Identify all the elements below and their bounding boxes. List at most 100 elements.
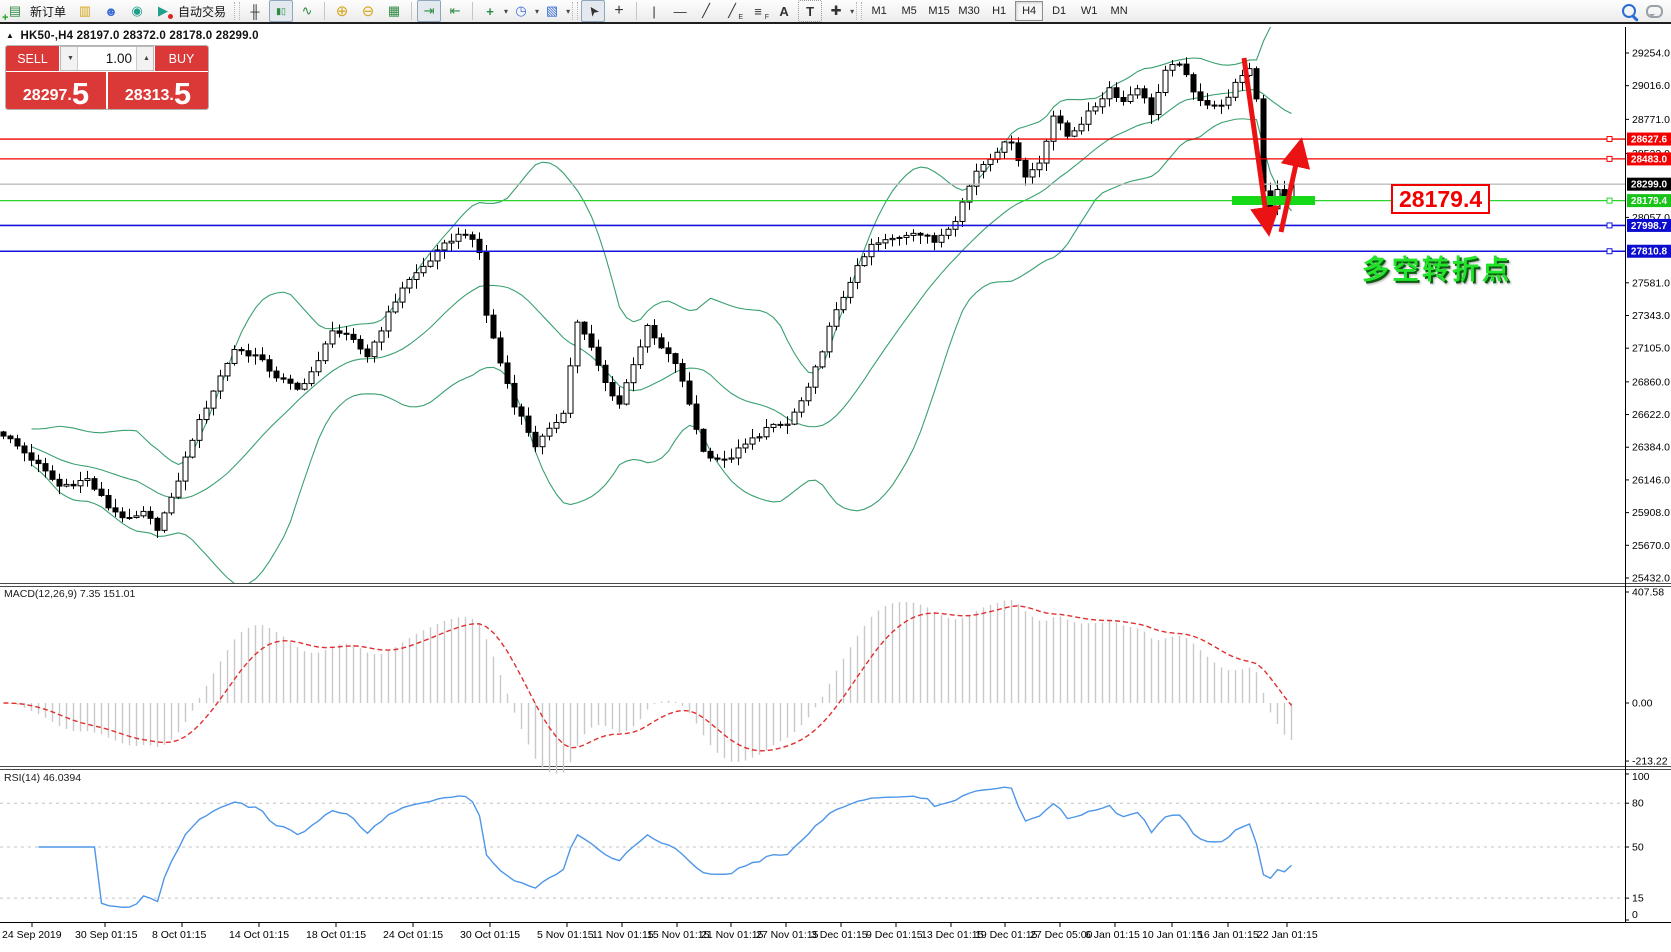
text-tool-icon[interactable]: A [772,0,796,22]
periods-icon[interactable]: ◷ [509,0,533,22]
one-click-trading-panel: SELL ▼ ▲ BUY 28297.5 28313.5 [5,45,209,110]
timeframe-m15[interactable]: M15 [925,1,953,21]
macd-indicator-label: MACD(12,26,9) 7.35 151.01 [4,588,135,600]
buy-price[interactable]: 28313.5 [108,72,208,109]
svg-text:26384.0: 26384.0 [1632,442,1670,454]
arrows-tool-icon[interactable]: ✚ [824,0,848,22]
indicators-dropdown-icon[interactable]: ▾ [504,7,508,16]
volume-decrease-button[interactable]: ▼ [61,47,78,70]
svg-text:-213.22: -213.22 [1632,756,1668,768]
svg-text:27105.0: 27105.0 [1632,343,1670,355]
volume-increase-button[interactable]: ▲ [136,47,153,70]
volume-spinner: ▼ ▲ [60,46,154,71]
svg-text:26860.0: 26860.0 [1632,376,1670,388]
svg-text:80: 80 [1632,798,1644,810]
zoom-in-icon[interactable]: ⊕ [330,0,354,22]
svg-text:28771.0: 28771.0 [1632,114,1670,126]
chart-canvas[interactable]: 29254.029016.028771.028523.028057.027581… [0,0,1671,947]
channel-tool-icon[interactable]: ╱ [720,0,744,22]
svg-text:27810.8: 27810.8 [1631,247,1668,258]
label-tool-icon[interactable]: T [798,0,822,22]
timeframe-mn[interactable]: MN [1105,1,1133,21]
svg-text:100: 100 [1632,771,1650,783]
timeframe-m1[interactable]: M1 [865,1,893,21]
chat-icon[interactable] [1646,5,1663,18]
templates-icon[interactable]: ▧ [540,0,564,22]
svg-text:8 Oct 01:15: 8 Oct 01:15 [152,929,206,941]
svg-text:29254.0: 29254.0 [1632,48,1670,60]
tile-windows-icon[interactable]: ▦ [382,0,406,22]
svg-text:19 Dec 01:15: 19 Dec 01:15 [975,929,1038,941]
fibonacci-tool-icon[interactable]: ≡ [746,0,770,22]
svg-text:14 Oct 01:15: 14 Oct 01:15 [229,929,289,941]
svg-text:27 Nov 01:15: 27 Nov 01:15 [756,929,819,941]
svg-text:15: 15 [1632,893,1644,905]
buy-button[interactable]: BUY [155,46,208,71]
timeframe-m30[interactable]: M30 [955,1,983,21]
svg-text:28483.0: 28483.0 [1631,154,1668,165]
autotrading-label[interactable]: 自动交易 [178,3,226,20]
search-icon[interactable] [1622,4,1636,18]
svg-text:21 Nov 01:15: 21 Nov 01:15 [701,929,764,941]
svg-text:30 Sep 01:15: 30 Sep 01:15 [75,929,138,941]
svg-text:6 Jan 01:15: 6 Jan 01:15 [1085,929,1140,941]
chart-profiles-icon[interactable]: ▥ [73,0,97,22]
svg-text:30 Oct 01:15: 30 Oct 01:15 [460,929,520,941]
autotrading-icon[interactable]: ▶ [151,0,175,22]
svg-text:27581.0: 27581.0 [1632,277,1670,289]
svg-text:22 Jan 01:15: 22 Jan 01:15 [1257,929,1318,941]
trendline-tool-icon[interactable]: ╱ [694,0,718,22]
timeframe-h1[interactable]: H1 [985,1,1013,21]
svg-text:28627.6: 28627.6 [1631,135,1668,146]
svg-text:27343.0: 27343.0 [1632,310,1670,322]
sell-button[interactable]: SELL [6,46,59,71]
svg-text:18 Oct 01:15: 18 Oct 01:15 [306,929,366,941]
svg-text:0.00: 0.00 [1632,698,1653,710]
zoom-out-icon[interactable]: ⊖ [356,0,380,22]
svg-text:24 Sep 2019: 24 Sep 2019 [2,929,62,941]
indicators-icon[interactable]: + [478,0,502,22]
timeframe-w1[interactable]: W1 [1075,1,1103,21]
horizontal-line-tool-icon[interactable]: — [668,0,692,22]
arrows-dropdown-icon[interactable]: ▾ [850,7,854,16]
svg-text:16 Jan 01:15: 16 Jan 01:15 [1198,929,1259,941]
templates-dropdown-icon[interactable]: ▾ [566,7,570,16]
sell-price[interactable]: 28297.5 [6,72,106,109]
timeframe-d1[interactable]: D1 [1045,1,1073,21]
volume-input[interactable] [78,47,136,70]
market-watch-icon[interactable]: ☻ [99,0,123,22]
svg-text:5 Nov 01:15: 5 Nov 01:15 [537,929,594,941]
vertical-line-tool-icon[interactable]: | [642,0,666,22]
data-window-icon[interactable]: ◉ [125,0,149,22]
svg-text:9 Dec 01:15: 9 Dec 01:15 [866,929,923,941]
pivot-point-annotation[interactable]: 多空转折点 [1362,248,1512,287]
symbol-marker-icon: ▲ [6,31,14,40]
svg-text:407.58: 407.58 [1632,587,1664,599]
svg-text:25432.0: 25432.0 [1632,573,1670,585]
new-order-icon[interactable]: ▤ [3,0,27,22]
svg-text:27998.7: 27998.7 [1631,221,1668,232]
svg-text:50: 50 [1632,842,1644,854]
svg-text:27 Dec 05:00: 27 Dec 05:00 [1030,929,1093,941]
candlestick-chart-icon[interactable]: ▮▯ [269,0,293,22]
svg-text:25908.0: 25908.0 [1632,507,1670,519]
support-price-callout[interactable]: 28179.4 [1391,184,1490,214]
auto-scroll-icon[interactable]: ⇥ [417,0,441,22]
svg-text:29016.0: 29016.0 [1632,80,1670,92]
svg-text:10 Jan 01:15: 10 Jan 01:15 [1142,929,1203,941]
svg-text:3 Dec 01:15: 3 Dec 01:15 [811,929,868,941]
chart-shift-icon[interactable]: ⇤ [443,0,467,22]
timeframe-m5[interactable]: M5 [895,1,923,21]
line-chart-icon[interactable]: ∿ [295,0,319,22]
new-order-label[interactable]: 新订单 [30,3,66,20]
periods-dropdown-icon[interactable]: ▾ [535,7,539,16]
svg-text:28179.4: 28179.4 [1631,196,1668,207]
timeframe-h4[interactable]: H4 [1015,1,1043,21]
svg-text:28299.0: 28299.0 [1631,180,1668,191]
crosshair-tool-icon[interactable]: + [607,0,631,22]
svg-text:26622.0: 26622.0 [1632,409,1670,421]
svg-text:24 Oct 01:15: 24 Oct 01:15 [383,929,443,941]
bar-chart-icon[interactable]: ╫ [243,0,267,22]
symbol-name: HK50-,H4 [21,30,74,42]
cursor-tool-icon[interactable]: ➤ [581,0,605,22]
